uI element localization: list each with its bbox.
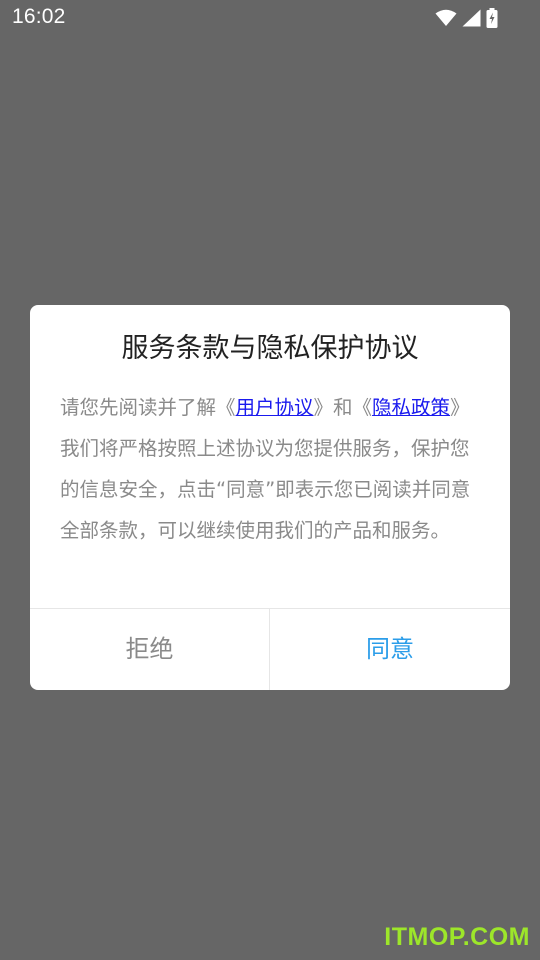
status-time: 16:02 [12, 5, 66, 28]
status-bar: 16:02 [0, 0, 540, 34]
reject-button[interactable]: 拒绝 [30, 609, 269, 690]
cellular-signal-icon [462, 9, 481, 27]
agree-button[interactable]: 同意 [270, 609, 510, 690]
dialog-title: 服务条款与隐私保护协议 [121, 333, 419, 364]
body-middle: 》和《 [313, 396, 373, 419]
body-prefix: 请您先阅读并了解《 [60, 396, 236, 419]
terms-dialog: 服务条款与隐私保护协议 请您先阅读并了解《用户协议》和《隐私政策》我们将严格按照… [30, 305, 510, 690]
status-icons [435, 8, 498, 28]
watermark: ITMOP.COM [384, 923, 530, 951]
user-agreement-link[interactable]: 用户协议 [236, 396, 314, 419]
wifi-icon [435, 9, 457, 26]
dialog-body: 请您先阅读并了解《用户协议》和《隐私政策》我们将严格按照上述协议为您提供服务，保… [60, 387, 482, 551]
privacy-policy-link[interactable]: 隐私政策 [372, 396, 450, 419]
battery-charging-icon [486, 8, 498, 28]
